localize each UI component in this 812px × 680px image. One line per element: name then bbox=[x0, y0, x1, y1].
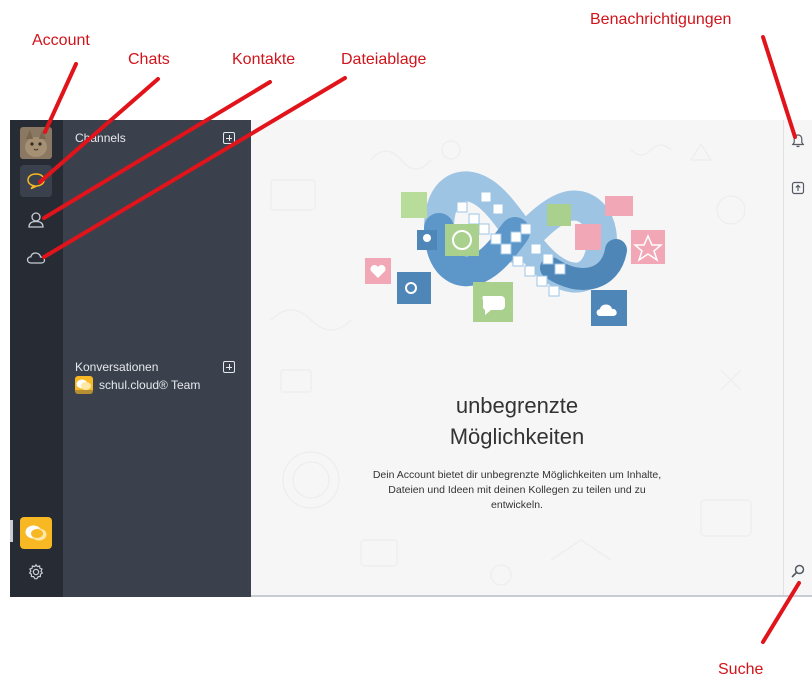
app-logo-icon bbox=[25, 525, 47, 541]
chats-button[interactable] bbox=[20, 165, 52, 197]
callout-suche: Suche bbox=[718, 661, 764, 678]
account-avatar[interactable] bbox=[20, 127, 52, 159]
cat-avatar-image bbox=[20, 127, 52, 159]
callout-kontakte: Kontakte bbox=[232, 51, 296, 68]
hero-description: Dein Account bietet dir unbegrenzte Mögl… bbox=[372, 469, 662, 511]
bell-icon bbox=[791, 134, 805, 148]
settings-button[interactable] bbox=[20, 556, 52, 588]
icon-rail bbox=[10, 120, 63, 597]
files-button[interactable] bbox=[20, 242, 52, 274]
add-conversation-button[interactable] bbox=[223, 361, 235, 373]
callout-account: Account bbox=[32, 32, 90, 49]
conversations-title: Konversationen bbox=[75, 360, 159, 374]
upload-icon bbox=[791, 181, 805, 195]
callout-dateiablage: Dateiablage bbox=[341, 51, 427, 68]
right-action-bar bbox=[783, 120, 812, 595]
add-channel-button[interactable] bbox=[223, 132, 235, 144]
gears-tile bbox=[397, 272, 431, 304]
settings-gear-icon bbox=[28, 563, 44, 580]
hero-title: unbegrenzte Möglichkeiten bbox=[251, 390, 783, 452]
hero-title-line1: unbegrenzte bbox=[455, 393, 579, 418]
cloud-icon bbox=[26, 252, 46, 264]
callout-chats: Chats bbox=[128, 51, 170, 68]
contact-icon bbox=[28, 212, 44, 228]
search-button[interactable] bbox=[790, 563, 808, 581]
infinity-illustration bbox=[365, 171, 665, 326]
conversation-panel: Channels Konversationen schul.cloud® Tea… bbox=[63, 120, 251, 597]
rss-tile bbox=[575, 224, 601, 250]
channels-title: Channels bbox=[75, 131, 126, 145]
app-window: Channels Konversationen schul.cloud® Tea… bbox=[10, 120, 812, 597]
dropbox-tile bbox=[605, 196, 633, 216]
upload-button[interactable] bbox=[790, 180, 808, 198]
chat-bubble-icon bbox=[27, 173, 45, 190]
app-logo-button[interactable] bbox=[20, 517, 52, 549]
lightbulb-tile bbox=[401, 192, 427, 218]
globe-tile bbox=[445, 224, 479, 256]
callout-benachrichtigungen: Benachrichtigungen bbox=[590, 11, 732, 28]
active-indicator bbox=[10, 520, 13, 542]
conversation-item[interactable]: schul.cloud® Team bbox=[75, 376, 200, 394]
conversation-label: schul.cloud® Team bbox=[99, 378, 201, 392]
welcome-area: unbegrenzte Möglichkeiten Dein Account b… bbox=[251, 120, 783, 595]
folder-tile bbox=[547, 204, 571, 226]
contacts-button[interactable] bbox=[20, 204, 52, 236]
search-icon bbox=[791, 564, 805, 578]
notifications-button[interactable] bbox=[790, 133, 808, 151]
conversation-logo-icon bbox=[75, 376, 93, 394]
hero-title-line2: Möglichkeiten bbox=[449, 424, 585, 449]
bottom-divider bbox=[251, 595, 812, 597]
